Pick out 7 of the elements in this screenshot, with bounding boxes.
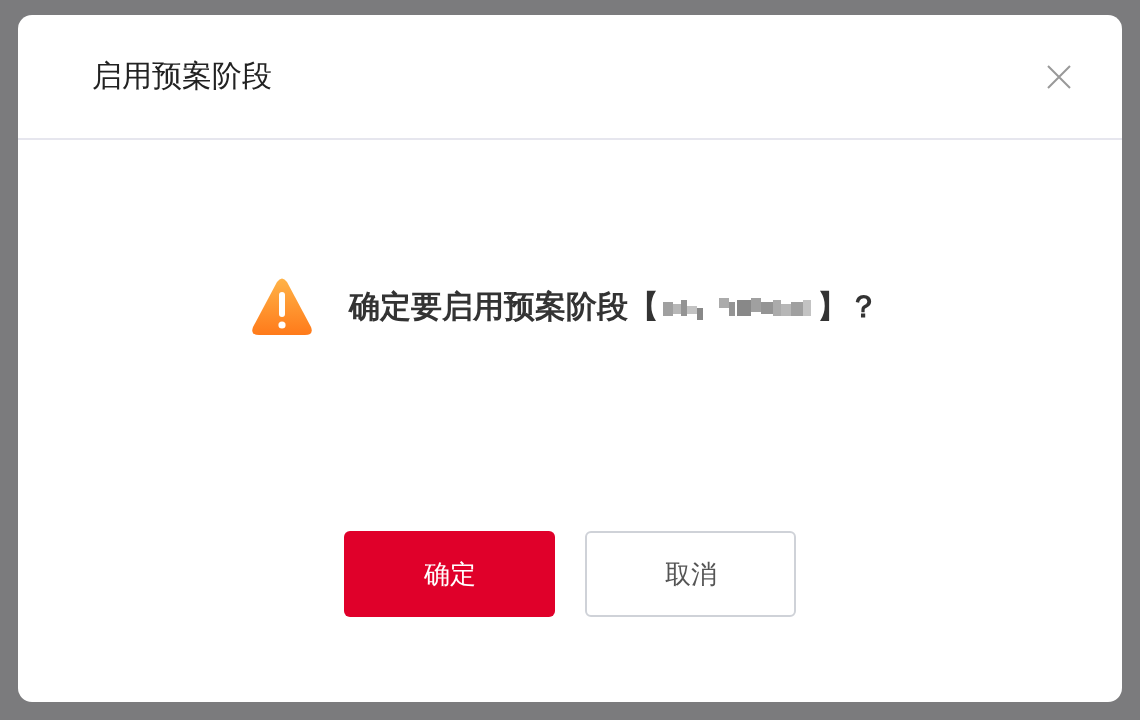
- message-text: 确定要启用预案阶段【: [349, 287, 659, 326]
- confirm-button[interactable]: 确定: [344, 531, 555, 617]
- close-icon[interactable]: [1046, 63, 1072, 90]
- cancel-button[interactable]: 取消: [585, 531, 796, 617]
- warning-icon: [251, 277, 313, 337]
- dialog-title: 启用预案阶段: [92, 57, 272, 95]
- message-text: 】？: [817, 287, 879, 326]
